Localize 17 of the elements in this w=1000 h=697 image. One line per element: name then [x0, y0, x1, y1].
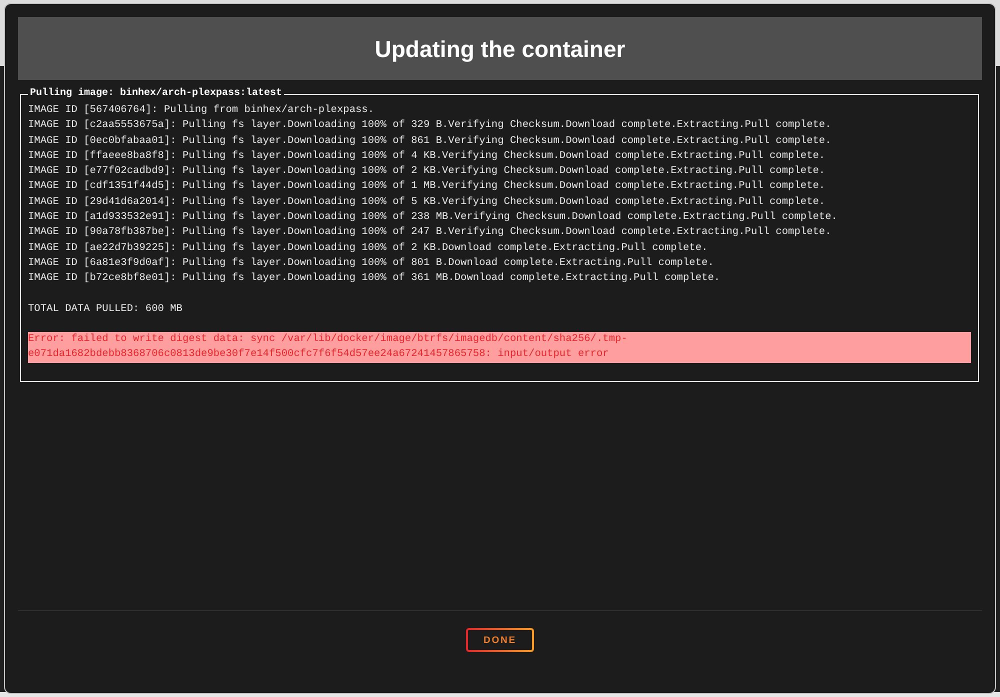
log-line: IMAGE ID [0ec0bfabaa01]: Pulling fs layer.Downloading 100% of 861 B.Verifying Checksum.Download complete.Extracting.Pull complete.: [28, 134, 832, 149]
log-line: IMAGE ID [e77f02cadbd9]: Pulling fs layer.Downloading 100% of 2 KB.Verifying Checksum.Download complete.Extracting.Pull complete.: [28, 164, 826, 180]
log-summary: TOTAL DATA PULLED: 600 MB: [28, 302, 184, 317]
log-line: IMAGE ID [ae22d7b39225]: Pulling fs layer.Downloading 100% of 2 KB.Download complete.Extracting.Pull complete.: [28, 240, 709, 256]
error-message: Error: failed to write digest data: sync /var/lib/docker/image/btrfs/imagedb/content/sha256/.tmp-e071da1682bdebb8368706c0813de9be30f7e14f500cfc7f6f54d57ee24a67241457865758: input/output error: [28, 332, 971, 363]
log-line: IMAGE ID [29d41d6a2014]: Pulling fs layer.Downloading 100% of 5 KB.Verifying Checksum.Download complete.Extracting.Pull complete.: [28, 194, 826, 210]
log-line: IMAGE ID [cdf1351f44d5]: Pulling fs layer.Downloading 100% of 1 MB.Verifying Checksum.Download complete.Extracting.Pull complete.: [28, 179, 826, 194]
log-line: IMAGE ID [90a78fb387be]: Pulling fs layer.Downloading 100% of 247 B.Verifying Checksum.Download complete.Extracting.Pull complete.: [28, 225, 832, 240]
dialog-title: Updating the container: [374, 34, 626, 62]
log-line: IMAGE ID [b72ce8bf8e01]: Pulling fs layer.Downloading 100% of 361 MB.Download complete.Extracting.Pull complete.: [28, 271, 722, 286]
log-line: IMAGE ID [c2aa5553675a]: Pulling fs layer.Downloading 100% of 329 B.Verifying Checksum.Download complete.Extracting.Pull complete.: [28, 118, 832, 134]
log-line: IMAGE ID [a1d933532e91]: Pulling fs layer.Downloading 100% of 238 MB.Verifying Checksum.Download complete.Extracting.Pull complete.: [28, 210, 838, 226]
log-line: IMAGE ID [ffaeee8ba8f8]: Pulling fs layer.Downloading 100% of 4 KB.Verifying Checksum.Download complete.Extracting.Pull complete.: [28, 148, 826, 164]
done-button[interactable]: DONE: [466, 628, 534, 652]
log-line: IMAGE ID [6a81e3f9d0af]: Pulling fs layer.Downloading 100% of 801 B.Download complete.Extracting.Pull complete.: [28, 256, 715, 271]
log-line: IMAGE ID [567406764]: Pulling from binhex/arch-plexpass.: [28, 103, 376, 118]
log-legend: Pulling image: binhex/arch-plexpass:latest: [28, 88, 284, 100]
